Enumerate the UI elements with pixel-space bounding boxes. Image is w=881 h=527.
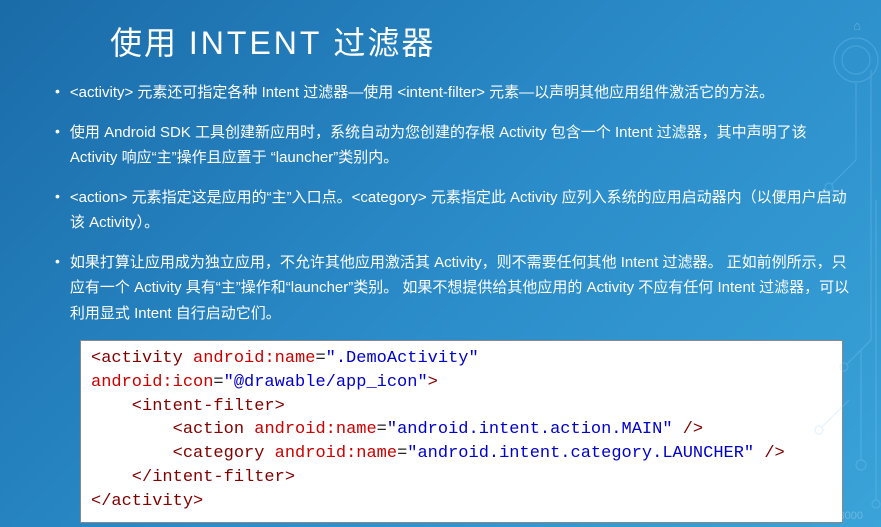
bullet-text: 使用 Android SDK 工具创建新应用时，系统自动为您创建的存根 Acti… <box>70 120 851 171</box>
bullet-item: • <action> 元素指定这是应用的“主”入口点。<category> 元素… <box>55 185 851 236</box>
code-token: > <box>428 373 438 392</box>
bullet-item: • <activity> 元素还可指定各种 Intent 过滤器—使用 <int… <box>55 80 851 106</box>
code-token: <activity <box>91 349 183 368</box>
code-token: = <box>315 349 325 368</box>
code-token: android:name <box>244 420 377 439</box>
title-prefix: 使用 <box>110 25 189 61</box>
bullet-marker: • <box>55 120 60 171</box>
code-token <box>91 420 173 439</box>
code-token: /> <box>673 420 704 439</box>
title-suffix: 过滤器 <box>322 25 435 61</box>
code-token: android:name <box>183 349 316 368</box>
bullet-item: • 如果打算让应用成为独立应用，不允许其他应用激活其 Activity，则不需要… <box>55 250 851 327</box>
watermark-url: https://blog.csdn.net/qq_33608000 <box>694 510 863 522</box>
code-token: <action <box>173 420 244 439</box>
code-token: <category <box>173 444 265 463</box>
bullet-text: <action> 元素指定这是应用的“主”入口点。<category> 元素指定… <box>70 185 851 236</box>
code-block: <activity android:name=".DemoActivity" a… <box>80 340 843 523</box>
code-token: "android.intent.category.LAUNCHER" <box>407 444 754 463</box>
code-token: android:name <box>264 444 397 463</box>
code-token: <intent-filter> <box>91 397 285 416</box>
bullet-marker: • <box>55 80 60 106</box>
circuit-decoration <box>761 0 881 527</box>
code-token: ".DemoActivity" <box>326 349 479 368</box>
code-token: </activity> <box>91 492 203 511</box>
slide-title: 使用 INTENT 过滤器 <box>0 0 881 72</box>
bullet-marker: • <box>55 185 60 236</box>
code-token: = <box>397 444 407 463</box>
code-token: = <box>377 420 387 439</box>
code-token: </intent-filter> <box>91 468 295 487</box>
code-token: "android.intent.action.MAIN" <box>387 420 673 439</box>
bullet-marker: • <box>55 250 60 327</box>
title-intent: INTENT <box>189 25 323 61</box>
bullet-text: <activity> 元素还可指定各种 Intent 过滤器—使用 <inten… <box>70 80 851 106</box>
bullet-text: 如果打算让应用成为独立应用，不允许其他应用激活其 Activity，则不需要任何… <box>70 250 851 327</box>
code-token <box>91 444 173 463</box>
code-token: "@drawable/app_icon" <box>224 373 428 392</box>
content-area: • <activity> 元素还可指定各种 Intent 过滤器—使用 <int… <box>0 72 881 523</box>
code-token: = <box>213 373 223 392</box>
bullet-item: • 使用 Android SDK 工具创建新应用时，系统自动为您创建的存根 Ac… <box>55 120 851 171</box>
code-token: android:icon <box>91 373 213 392</box>
watermark-logo: ⌂ <box>853 18 861 33</box>
